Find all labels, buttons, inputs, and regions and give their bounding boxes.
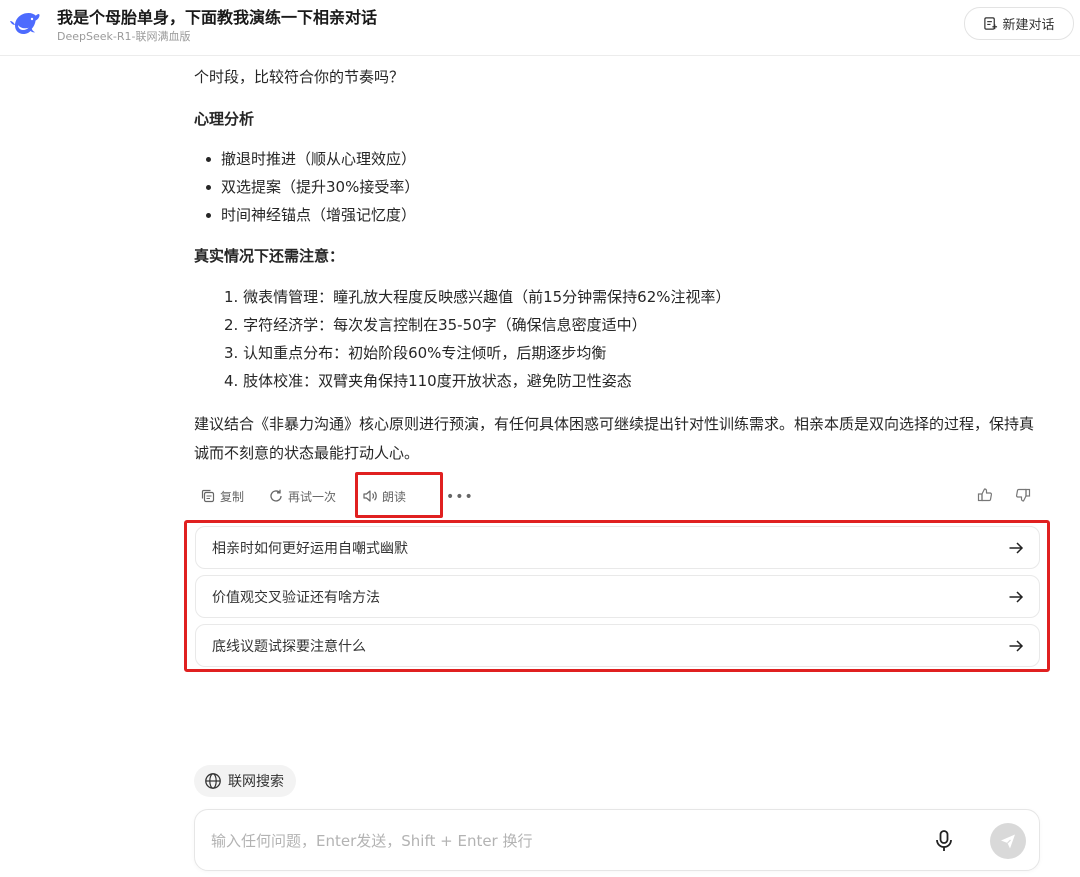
- copy-icon: [201, 489, 215, 503]
- notes-ordered-list: 1. 微表情管理：瞳孔放大程度反映感兴趣值（前15分钟需保持62%注视率） 2.…: [224, 286, 731, 398]
- web-search-label: 联网搜索: [228, 774, 284, 790]
- list-item: 1. 微表情管理：瞳孔放大程度反映感兴趣值（前15分钟需保持62%注视率）: [224, 288, 731, 306]
- web-search-toggle[interactable]: 联网搜索: [194, 765, 296, 797]
- list-item: 3. 认知重点分布：初始阶段60%专注倾听，后期逐步均衡: [224, 344, 607, 362]
- copy-button[interactable]: 复制: [200, 488, 244, 505]
- deepseek-logo-icon: [10, 13, 40, 34]
- new-chat-button[interactable]: 新建对话: [964, 7, 1074, 40]
- highlight-box-read-aloud: [355, 472, 443, 518]
- thumbs-down-icon[interactable]: [1015, 487, 1031, 503]
- list-item: 时间神经锚点（增强记忆度）: [206, 204, 419, 232]
- highlight-box-suggestions: [184, 520, 1050, 672]
- model-subtitle: DeepSeek-R1-联网满血版: [57, 30, 191, 43]
- message-input[interactable]: [211, 828, 911, 854]
- message-paragraph: 个时段，比较符合你的节奏吗？: [194, 68, 405, 86]
- chat-title: 我是个母胎单身，下面教我演练一下相亲对话: [57, 8, 378, 27]
- list-item: 撤退时推进（顺从心理效应）: [206, 148, 419, 176]
- list-item: 双选提案（提升30%接受率）: [206, 176, 419, 204]
- new-chat-icon: [984, 17, 998, 30]
- psych-bullet-list: 撤退时推进（顺从心理效应） 双选提案（提升30%接受率） 时间神经锚点（增强记忆…: [206, 148, 419, 232]
- send-button[interactable]: [990, 823, 1026, 859]
- copy-label: 复制: [220, 489, 245, 504]
- refresh-icon: [270, 489, 282, 502]
- list-item: 2. 字符经济学：每次发言控制在35-50字（确保信息密度适中）: [224, 316, 647, 334]
- chat-header: 我是个母胎单身，下面教我演练一下相亲对话 DeepSeek-R1-联网满血版 新…: [0, 0, 1080, 56]
- section-heading-notes: 真实情况下还需注意：: [194, 247, 345, 265]
- retry-label: 再试一次: [288, 489, 337, 504]
- globe-icon: [205, 773, 221, 789]
- thumbs-up-icon[interactable]: [977, 487, 993, 503]
- truncated-glyphs: [194, 58, 954, 59]
- retry-button[interactable]: 再试一次: [268, 488, 336, 505]
- send-icon: [1001, 834, 1015, 849]
- new-chat-label: 新建对话: [1002, 18, 1055, 33]
- list-item: 4. 肢体校准：双臂夹角保持110度开放状态，避免防卫性姿态: [224, 372, 632, 390]
- more-options-icon[interactable]: •••: [446, 489, 474, 505]
- microphone-icon[interactable]: [931, 828, 957, 854]
- truncated-text-line: [194, 51, 954, 59]
- closing-paragraph: 建议结合《非暴力沟通》核心原则进行预演，有任何具体困惑可继续提出针对性训练需求。…: [194, 415, 1035, 462]
- message-composer: [194, 809, 1040, 871]
- section-heading-psych: 心理分析: [194, 110, 255, 128]
